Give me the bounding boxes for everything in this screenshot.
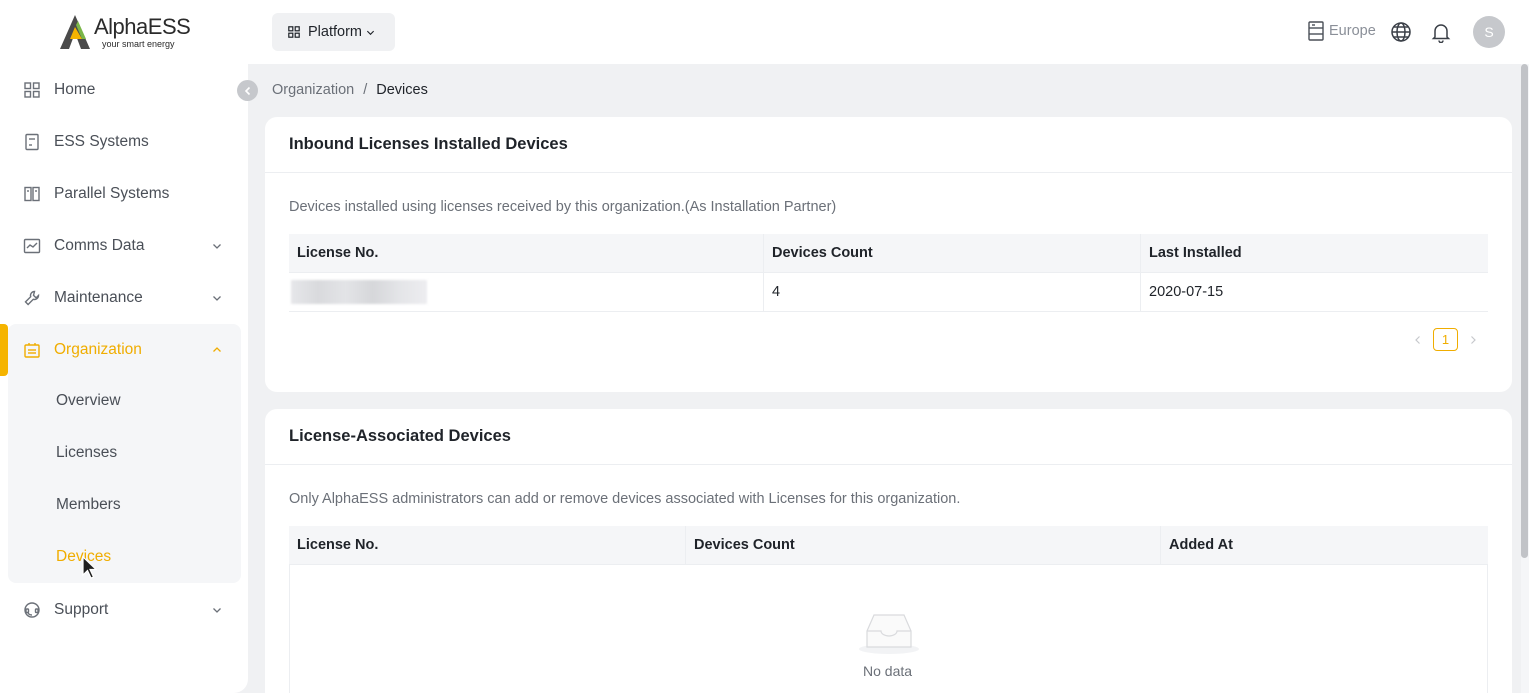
wrench-icon bbox=[24, 290, 40, 306]
pagination: 1 bbox=[1413, 328, 1478, 351]
last-installed-cell: 2020-07-15 bbox=[1149, 284, 1224, 300]
sidebar-subitem-members[interactable]: Members bbox=[56, 496, 121, 514]
sidebar-item-ess-systems[interactable]: ESS Systems bbox=[0, 116, 248, 168]
associated-table: License No. Devices Count Added At bbox=[289, 526, 1488, 565]
sidebar-item-support[interactable]: Support bbox=[0, 584, 248, 636]
sidebar-item-label: Parallel Systems bbox=[54, 185, 170, 202]
globe-icon[interactable] bbox=[1390, 21, 1412, 43]
grid-icon bbox=[24, 82, 40, 98]
platform-dropdown[interactable]: Platform bbox=[272, 13, 395, 51]
sidebar-item-comms-data[interactable]: Comms Data bbox=[0, 220, 248, 272]
sidebar-item-home[interactable]: Home bbox=[0, 64, 248, 116]
column-header: Devices Count bbox=[686, 526, 1161, 564]
card-description: Only AlphaESS administrators can add or … bbox=[289, 491, 961, 507]
scrollbar-thumb[interactable] bbox=[1521, 64, 1528, 558]
table-header: License No. Devices Count Last Installed bbox=[289, 234, 1488, 273]
card-title: License-Associated Devices bbox=[289, 427, 511, 445]
platform-label: Platform bbox=[308, 24, 362, 40]
no-data-text: No data bbox=[863, 663, 913, 679]
server-icon bbox=[1308, 21, 1324, 41]
sidebar-item-label: ESS Systems bbox=[54, 133, 149, 150]
inbound-licenses-card: Inbound Licenses Installed Devices Devic… bbox=[265, 117, 1512, 392]
inbound-table: License No. Devices Count Last Installed… bbox=[289, 234, 1488, 312]
sidebar: AlphaESS your smart energy Home ESS Syst… bbox=[0, 0, 248, 693]
page-number[interactable]: 1 bbox=[1433, 328, 1458, 351]
chevron-down-icon bbox=[213, 608, 221, 613]
brand-name: AlphaESS bbox=[94, 13, 191, 39]
sidebar-item-parallel-systems[interactable]: Parallel Systems bbox=[0, 168, 248, 220]
chevron-left-icon bbox=[244, 86, 250, 95]
license-cell bbox=[289, 273, 764, 311]
column-header: Last Installed bbox=[1149, 245, 1242, 261]
sidebar-subitem-licenses[interactable]: Licenses bbox=[56, 444, 117, 462]
column-header: Devices Count bbox=[764, 234, 1141, 272]
sidebar-item-label: Maintenance bbox=[54, 289, 143, 306]
chart-icon bbox=[23, 238, 41, 254]
chevron-right-icon[interactable] bbox=[1468, 335, 1478, 345]
sidebar-item-label: Organization bbox=[54, 341, 142, 358]
chevron-up-icon bbox=[213, 347, 221, 352]
chevron-left-icon[interactable] bbox=[1413, 335, 1423, 345]
region-label: Europe bbox=[1329, 23, 1376, 39]
logo-mark-icon bbox=[60, 15, 90, 49]
building-icon bbox=[24, 343, 40, 358]
devices-count-cell: 4 bbox=[764, 273, 1141, 311]
sidebar-item-label: Comms Data bbox=[54, 237, 145, 254]
card-title: Inbound Licenses Installed Devices bbox=[289, 135, 568, 153]
chevron-down-icon bbox=[213, 244, 221, 249]
sidebar-subitem-overview[interactable]: Overview bbox=[56, 392, 121, 410]
breadcrumb-current: Devices bbox=[376, 82, 428, 98]
sidebar-collapse-button[interactable] bbox=[237, 80, 258, 101]
user-avatar[interactable]: S bbox=[1473, 16, 1505, 48]
headset-icon bbox=[24, 602, 40, 618]
breadcrumb: Organization / Devices bbox=[272, 82, 428, 98]
empty-inbox-icon bbox=[859, 614, 919, 654]
chevron-down-icon bbox=[366, 30, 375, 35]
column-header: License No. bbox=[289, 234, 764, 272]
breadcrumb-separator: / bbox=[363, 82, 368, 98]
book-icon bbox=[24, 186, 40, 202]
mouse-pointer-icon bbox=[82, 556, 98, 579]
table-row[interactable]: 4 2020-07-15 bbox=[289, 273, 1488, 312]
sidebar-item-label: Support bbox=[54, 601, 109, 618]
document-icon bbox=[25, 133, 39, 151]
chevron-down-icon bbox=[213, 296, 221, 301]
sidebar-item-maintenance[interactable]: Maintenance bbox=[0, 272, 248, 324]
sidebar-item-label: Home bbox=[54, 81, 96, 98]
breadcrumb-parent[interactable]: Organization bbox=[272, 82, 354, 98]
column-header: License No. bbox=[289, 526, 686, 564]
divider bbox=[265, 172, 1512, 173]
column-header: Added At bbox=[1169, 537, 1233, 553]
associated-devices-card: License-Associated Devices Only AlphaESS… bbox=[265, 409, 1512, 693]
divider bbox=[265, 464, 1512, 465]
bell-icon[interactable] bbox=[1430, 21, 1452, 43]
top-header: Platform Europe S bbox=[248, 0, 1529, 64]
table-header: License No. Devices Count Added At bbox=[289, 526, 1488, 565]
sidebar-item-organization[interactable]: Organization bbox=[0, 324, 248, 376]
redacted-license bbox=[291, 280, 427, 304]
grid-icon bbox=[288, 26, 300, 38]
brand-tagline: your smart energy bbox=[102, 38, 175, 49]
card-description: Devices installed using licenses receive… bbox=[289, 199, 837, 215]
brand-logo[interactable]: AlphaESS your smart energy bbox=[58, 12, 198, 52]
region-selector[interactable]: Europe bbox=[1307, 20, 1376, 42]
